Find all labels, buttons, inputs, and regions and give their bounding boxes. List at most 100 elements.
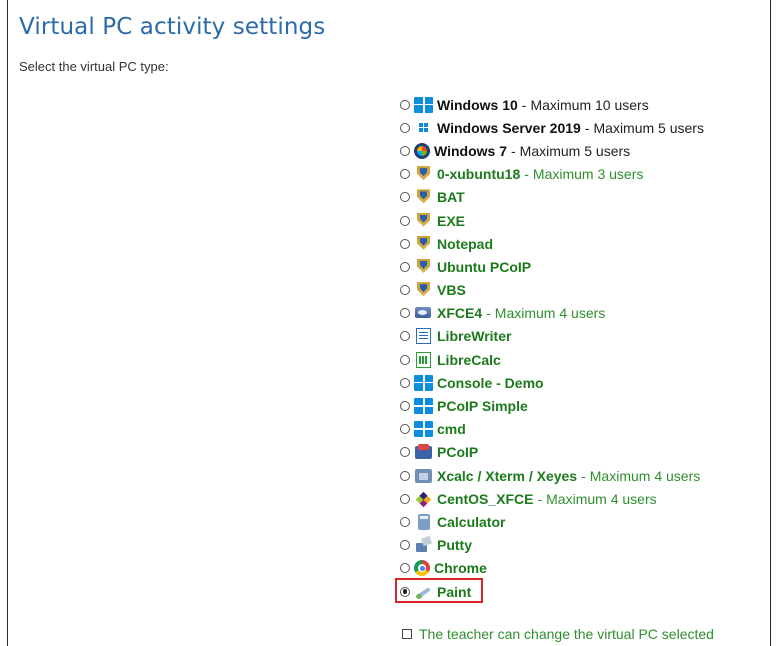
vpc-option[interactable]: Ubuntu PCoIP: [400, 255, 704, 278]
windows-icon: [414, 374, 433, 391]
vpc-option-radio[interactable]: [400, 285, 410, 296]
vpc-option-separator: -: [521, 96, 527, 113]
vpc-option-name: Notepad: [437, 235, 493, 252]
vpc-option-name: PCoIP: [437, 444, 479, 461]
vpc-option[interactable]: Putty: [400, 534, 704, 557]
vpc-option-radio[interactable]: [400, 470, 410, 481]
vpc-option-name: Windows Server 2019: [437, 119, 581, 136]
vpc-option-name: Xcalc / Xterm / Xeyes: [437, 467, 578, 484]
vpc-option-max-users: Maximum 4 users: [546, 490, 657, 507]
vpc-option-radio[interactable]: [400, 308, 410, 319]
vpc-option[interactable]: Windows Server 2019- Maximum 5 users: [400, 116, 704, 139]
vpc-option-radio[interactable]: [400, 493, 410, 504]
vpc-option-name: PCoIP Simple: [437, 398, 528, 415]
vpc-option-radio[interactable]: [400, 354, 410, 365]
vpc-option[interactable]: BAT: [400, 186, 704, 209]
vpc-option[interactable]: EXE: [400, 209, 704, 232]
vpc-option-radio[interactable]: [400, 238, 410, 249]
vpc-option-radio[interactable]: [400, 586, 410, 597]
vpc-option[interactable]: Windows 7- Maximum 5 users: [400, 139, 704, 162]
vpc-option[interactable]: Notepad: [400, 232, 704, 255]
vpc-option-name: LibreWriter: [437, 328, 512, 345]
chrome-icon: [414, 560, 430, 577]
xfce-icon: [414, 305, 433, 321]
vpc-option[interactable]: cmd: [400, 418, 704, 441]
teacher-change-option[interactable]: The teacher can change the virtual PC se…: [402, 626, 714, 642]
vpc-option-radio[interactable]: [400, 122, 410, 133]
vpc-option-max-users: Maximum 5 users: [593, 119, 704, 136]
vpc-option-name: Windows 7: [434, 142, 507, 159]
vpc-option[interactable]: PCoIP: [400, 441, 704, 464]
vpc-option-name: XFCE4: [437, 305, 483, 322]
windows7-icon: [414, 142, 430, 159]
vpc-option[interactable]: PCoIP Simple: [400, 394, 704, 417]
windows-icon: [414, 398, 433, 415]
vpc-option-max-users: Maximum 3 users: [532, 166, 644, 183]
vpc-option-radio[interactable]: [400, 192, 410, 203]
vpc-option-max-users: Maximum 4 users: [494, 305, 606, 322]
vpc-option-name: Ubuntu PCoIP: [437, 258, 532, 275]
vpc-option-radio[interactable]: [400, 540, 410, 551]
vpc-option-separator: -: [486, 305, 491, 322]
vpc-option-max-users: Maximum 10 users: [530, 96, 649, 113]
vpc-option-separator: -: [511, 142, 516, 159]
vpc-option-separator: -: [524, 166, 529, 183]
vpc-option[interactable]: VBS: [400, 279, 704, 302]
vpc-option-radio[interactable]: [400, 145, 410, 156]
paint-icon: [414, 584, 433, 600]
vpc-option-radio[interactable]: [400, 99, 410, 110]
vpc-option-radio[interactable]: [400, 401, 410, 412]
vpc-option-radio[interactable]: [400, 563, 410, 574]
document-icon: [414, 328, 433, 345]
vpc-option-name: LibreCalc: [437, 351, 501, 368]
vpc-option[interactable]: Windows 10- Maximum 10 users: [400, 93, 704, 116]
vpc-option-separator: -: [584, 119, 590, 136]
shield-icon: [414, 259, 433, 275]
vpc-option-radio[interactable]: [400, 215, 410, 226]
vpc-option-radio[interactable]: [400, 447, 410, 458]
vpc-option-radio[interactable]: [400, 331, 410, 342]
page-title: Virtual PC activity settings: [19, 14, 326, 40]
xcalc-icon: [414, 468, 433, 484]
teacher-change-checkbox[interactable]: [402, 629, 412, 639]
shield-icon: [414, 282, 433, 298]
vpc-option-max-users: Maximum 4 users: [589, 467, 701, 484]
vpc-option-radio[interactable]: [400, 169, 410, 180]
vpc-option[interactable]: LibreWriter: [400, 325, 704, 348]
vpc-option-name: VBS: [437, 282, 466, 299]
vpc-option-separator: -: [537, 490, 543, 507]
vpc-option[interactable]: Calculator: [400, 510, 704, 533]
vpc-option[interactable]: Paint: [395, 577, 704, 603]
vpc-option[interactable]: XFCE4- Maximum 4 users: [400, 302, 704, 325]
vpc-option-name: BAT: [437, 189, 465, 206]
vpc-option-name: cmd: [437, 421, 466, 438]
vpc-option-radio[interactable]: [400, 424, 410, 435]
windows-icon: [414, 96, 433, 113]
vpc-option-name: 0-xubuntu18: [437, 166, 521, 183]
vpc-option[interactable]: Chrome: [400, 557, 704, 580]
vpc-option-radio[interactable]: [400, 516, 410, 527]
vpc-option-radio[interactable]: [400, 377, 410, 388]
vpc-option-name: Console - Demo: [437, 374, 544, 391]
vpc-option-radio[interactable]: [400, 261, 410, 272]
windows-server-icon: [414, 120, 433, 136]
vpc-option-name: Windows 10: [437, 96, 518, 113]
vpc-option[interactable]: LibreCalc: [400, 348, 704, 371]
shield-icon: [414, 189, 433, 205]
shield-icon: [414, 213, 433, 229]
shield-icon: [414, 166, 433, 182]
vpc-option-name: Paint: [437, 583, 472, 600]
vpc-option-separator: -: [581, 467, 586, 484]
vpc-option-name: Putty: [437, 537, 472, 554]
vpc-option-name: CentOS_XFCE: [437, 490, 534, 507]
vpc-option[interactable]: Xcalc / Xterm / Xeyes - Maximum 4 users: [400, 464, 704, 487]
vpc-option-name: Chrome: [434, 560, 487, 577]
virtual-pc-type-list: Windows 10- Maximum 10 users Windows Serve…: [395, 93, 704, 603]
vpc-option[interactable]: CentOS_XFCE - Maximum 4 users: [400, 487, 704, 510]
pcoip-icon: [414, 444, 433, 460]
vpc-option-name: Calculator: [437, 513, 506, 530]
page-subtitle: Select the virtual PC type:: [19, 59, 169, 74]
vpc-option[interactable]: 0-xubuntu18- Maximum 3 users: [400, 163, 704, 186]
vpc-option-max-users: Maximum 5 users: [519, 142, 631, 159]
vpc-option[interactable]: Console - Demo: [400, 371, 704, 394]
